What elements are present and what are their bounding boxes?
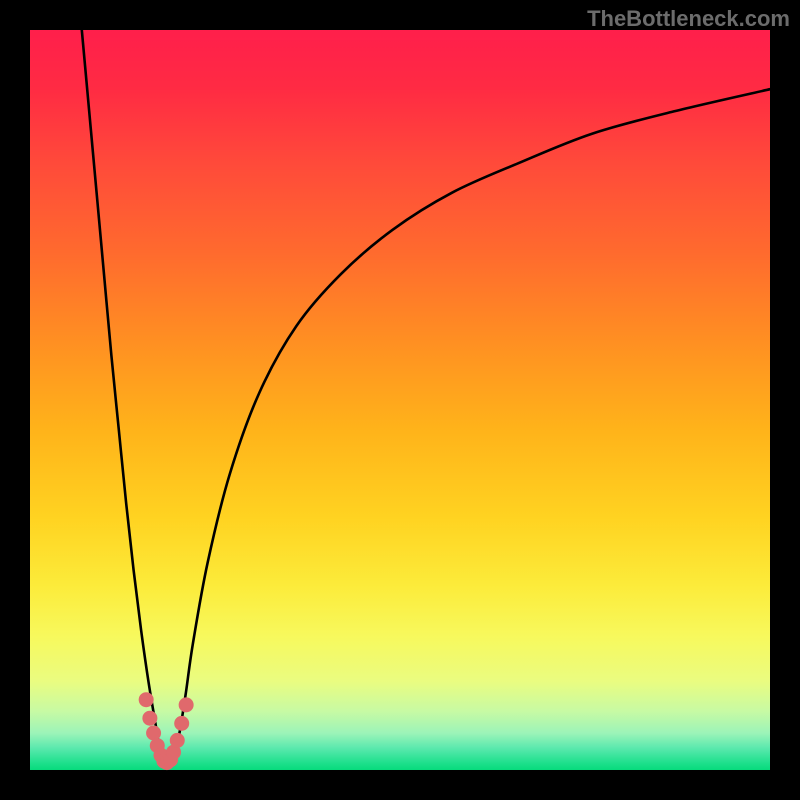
- valley-dot: [170, 733, 185, 748]
- curve-line: [82, 30, 770, 766]
- valley-dot: [139, 692, 154, 707]
- bottleneck-curve: [30, 30, 770, 770]
- valley-dot: [174, 716, 189, 731]
- watermark-text: TheBottleneck.com: [587, 6, 790, 32]
- valley-dot: [179, 697, 194, 712]
- chart-plot-area: [30, 30, 770, 770]
- valley-dot: [142, 711, 157, 726]
- valley-dots: [139, 692, 194, 770]
